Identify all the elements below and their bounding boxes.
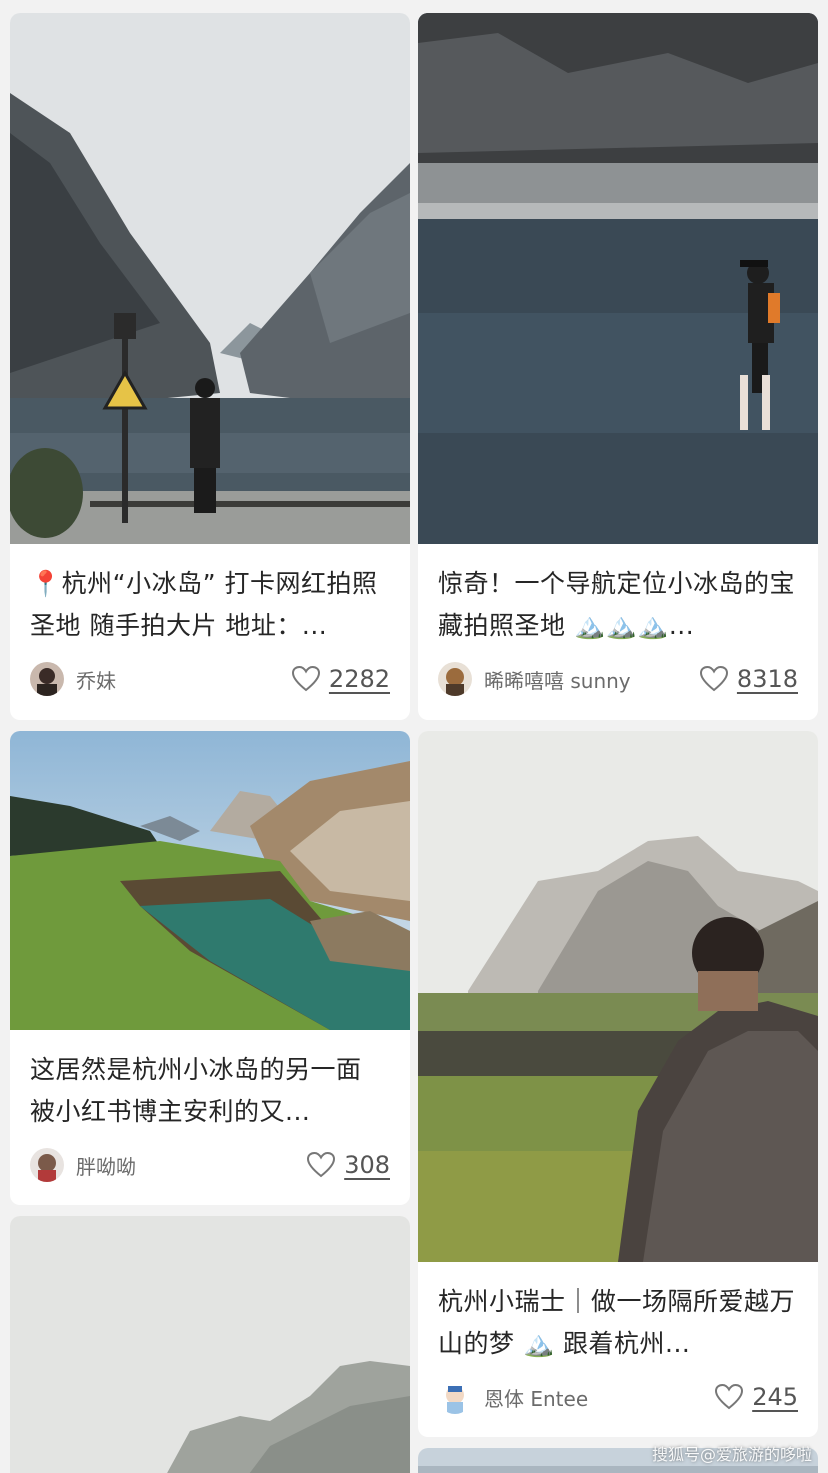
like-button[interactable]: 8318 xyxy=(699,665,798,693)
like-count: 8318 xyxy=(736,665,798,693)
like-count: 2282 xyxy=(328,665,390,693)
like-count: 245 xyxy=(752,1383,798,1411)
note-meta: 胖呦呦 308 xyxy=(30,1147,390,1183)
note-card[interactable]: 这居然是杭州小冰岛的另一面 被小红书博主安利的又... 胖呦呦 308 xyxy=(10,731,410,1205)
note-title[interactable]: 杭州小瑞士｜做一场隔所爱越万山的梦 🏔️ 跟着杭州... xyxy=(438,1281,798,1365)
note-card[interactable]: 📍杭州“小冰岛” 打卡网红拍照圣地 随手拍大片 地址：... 乔妹 2282 xyxy=(10,13,410,720)
heart-icon xyxy=(699,665,728,692)
avatar[interactable] xyxy=(438,1380,472,1414)
author-name[interactable]: 晞晞嘻嘻 sunny xyxy=(484,665,631,694)
note-cover-image[interactable] xyxy=(418,13,818,544)
note-cover-image[interactable] xyxy=(418,731,818,1262)
like-button[interactable]: 2282 xyxy=(291,665,390,693)
author-info[interactable]: 乔妹 xyxy=(30,662,116,696)
note-title[interactable]: 📍杭州“小冰岛” 打卡网红拍照圣地 随手拍大片 地址：... xyxy=(30,563,390,647)
author-name[interactable]: 恩体 Entee xyxy=(484,1383,588,1412)
note-meta: 乔妹 2282 xyxy=(30,661,390,697)
note-meta: 恩体 Entee 245 xyxy=(438,1379,798,1415)
heart-icon xyxy=(291,665,320,692)
note-card[interactable]: 惊奇！一个导航定位小冰岛的宝藏拍照圣地 🏔️🏔️🏔️... 晞晞嘻嘻 sunny… xyxy=(418,13,818,720)
author-info[interactable]: 胖呦呦 xyxy=(30,1148,136,1182)
avatar[interactable] xyxy=(30,1148,64,1182)
note-cover-image[interactable] xyxy=(10,731,410,1030)
author-name[interactable]: 胖呦呦 xyxy=(76,1151,136,1180)
note-title[interactable]: 这居然是杭州小冰岛的另一面 被小红书博主安利的又... xyxy=(30,1049,390,1133)
author-info[interactable]: 晞晞嘻嘻 sunny xyxy=(438,662,631,696)
avatar[interactable] xyxy=(438,662,472,696)
note-meta: 晞晞嘻嘻 sunny 8318 xyxy=(438,661,798,697)
note-cover-image[interactable] xyxy=(10,1216,410,1473)
note-cover-image[interactable] xyxy=(10,13,410,544)
heart-icon xyxy=(307,1151,336,1178)
like-button[interactable]: 308 xyxy=(306,1151,390,1179)
heart-icon xyxy=(715,1383,744,1410)
note-card[interactable]: 杭州小瑞士｜做一场隔所爱越万山的梦 🏔️ 跟着杭州... 恩体 Entee 24… xyxy=(418,731,818,1437)
avatar[interactable] xyxy=(30,662,64,696)
author-info[interactable]: 恩体 Entee xyxy=(438,1380,588,1414)
like-count: 308 xyxy=(344,1151,390,1179)
note-card[interactable] xyxy=(10,1216,410,1473)
watermark: 搜狐号@爱旅游的哆啦 xyxy=(651,1445,812,1464)
like-button[interactable]: 245 xyxy=(714,1383,798,1411)
author-name[interactable]: 乔妹 xyxy=(76,665,116,694)
note-title[interactable]: 惊奇！一个导航定位小冰岛的宝藏拍照圣地 🏔️🏔️🏔️... xyxy=(438,563,798,647)
waterfall-feed: 📍杭州“小冰岛” 打卡网红拍照圣地 随手拍大片 地址：... 乔妹 2282 这… xyxy=(0,0,828,1473)
